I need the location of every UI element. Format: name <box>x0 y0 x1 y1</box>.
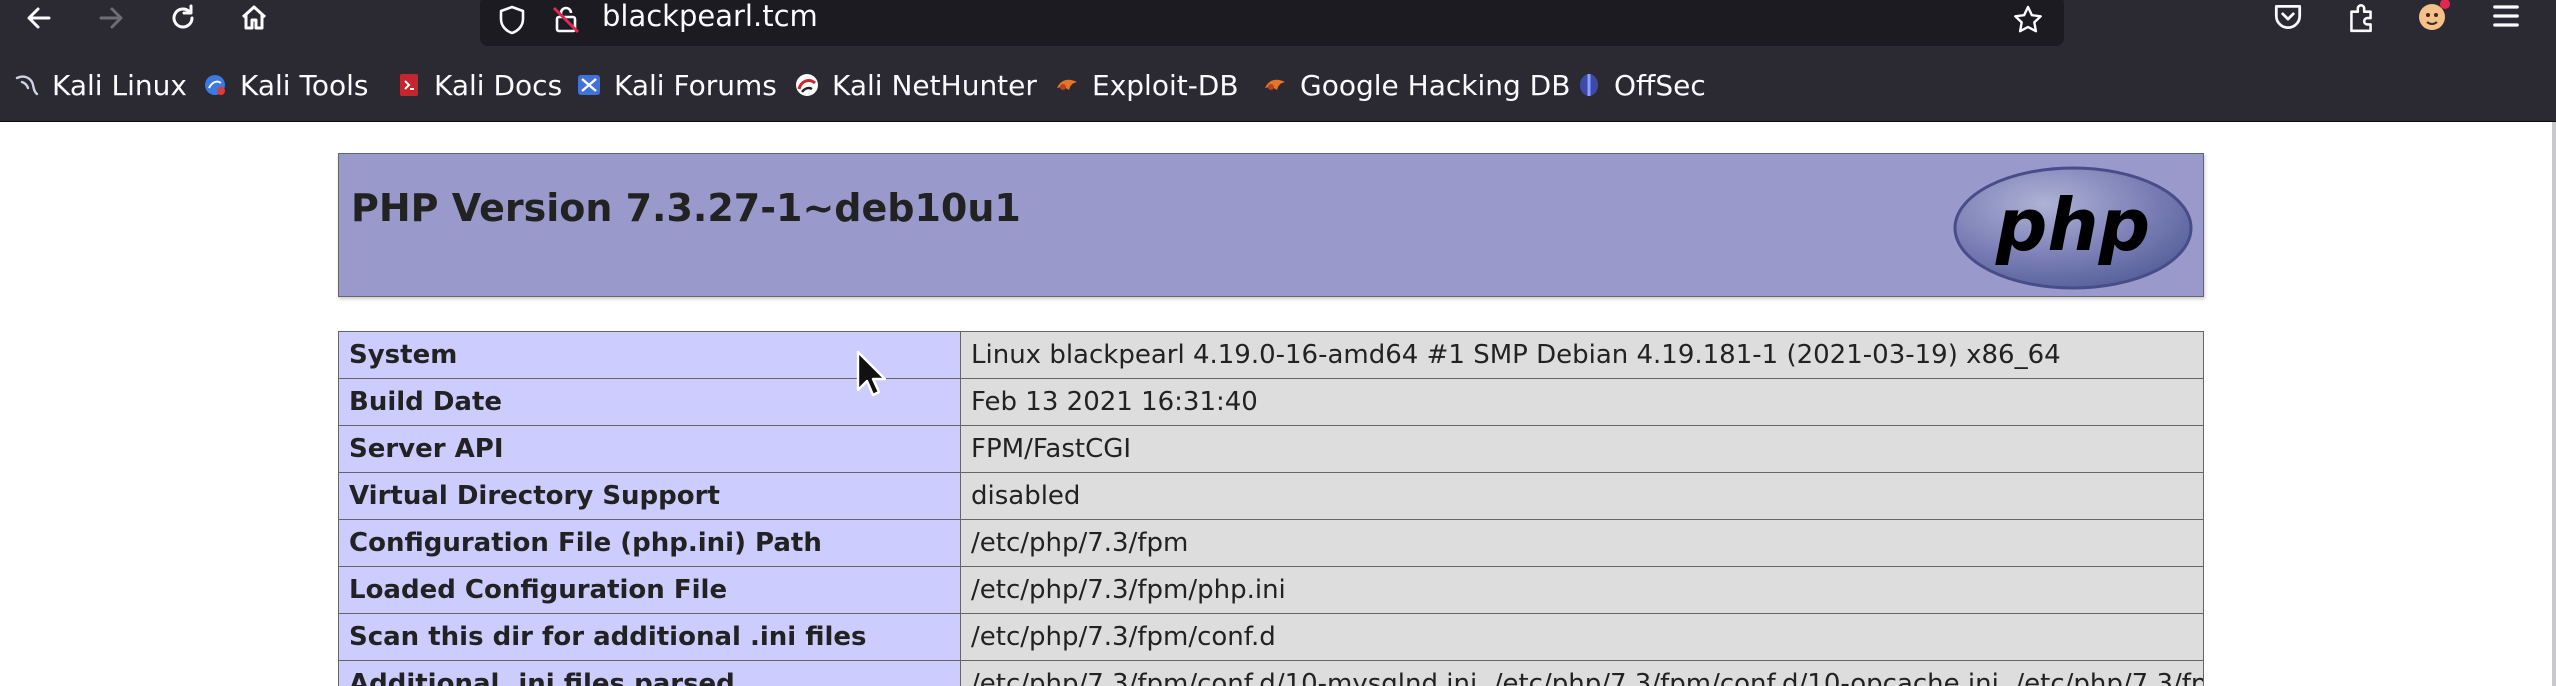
row-key: Virtual Directory Support <box>338 472 961 520</box>
url-text[interactable]: blackpearl.tcm <box>602 0 818 33</box>
pocket-icon[interactable] <box>2271 0 2305 34</box>
back-button[interactable] <box>16 0 62 36</box>
bookmark-label: Kali Linux <box>52 68 187 102</box>
row-key: Configuration File (php.ini) Path <box>338 519 961 567</box>
hamburger-menu-icon[interactable] <box>2488 0 2524 34</box>
page-content: PHP Version 7.3.27-1~deb10u1 php System … <box>0 122 2556 686</box>
bookmark-kali-tools[interactable]: Kali Tools <box>202 65 368 105</box>
insecure-connection-icon[interactable] <box>550 4 582 36</box>
php-logo[interactable]: php <box>1951 164 2195 292</box>
bookmark-label: Exploit-DB <box>1092 68 1239 102</box>
exploit-db-icon <box>1057 79 1077 90</box>
php-logo-text: php <box>1995 183 2150 267</box>
row-value: Linux blackpearl 4.19.0-16-amd64 #1 SMP … <box>960 331 2204 379</box>
bookmark-offsec[interactable]: OffSec <box>1576 65 1706 105</box>
mouse-cursor-icon <box>856 350 886 397</box>
reload-button[interactable] <box>160 0 206 36</box>
back-arrow-icon <box>27 7 51 29</box>
bookmark-kali-nethunter[interactable]: Kali NetHunter <box>794 65 1037 105</box>
table-row: Server API FPM/FastCGI <box>338 425 2204 473</box>
browser-toolbar: blackpearl.tcm <box>0 0 2556 49</box>
bookmark-label: Kali Tools <box>240 68 369 102</box>
row-key: Scan this dir for additional .ini files <box>338 613 961 661</box>
row-value: /etc/php/7.3/fpm/php.ini <box>960 566 2204 614</box>
table-row: Scan this dir for additional .ini files … <box>338 613 2204 661</box>
bookmarks-toolbar: Kali Linux Kali Tools Kali Docs Kali For… <box>0 49 2556 122</box>
phpinfo-header: PHP Version 7.3.27-1~deb10u1 php <box>338 153 2204 297</box>
bookmark-kali-docs[interactable]: Kali Docs <box>396 65 562 105</box>
table-row: Additional .ini files parsed /etc/php/7.… <box>338 660 2204 686</box>
kali-nethunter-icon <box>796 74 818 96</box>
row-key: Loaded Configuration File <box>338 566 961 614</box>
phpinfo-table: System Linux blackpearl 4.19.0-16-amd64 … <box>338 331 2204 686</box>
table-row: Virtual Directory Support disabled <box>338 472 2204 520</box>
forward-arrow-icon <box>99 7 123 29</box>
page-scrollbar[interactable] <box>2552 122 2556 686</box>
kali-tools-icon <box>205 75 225 95</box>
table-row: Loaded Configuration File /etc/php/7.3/f… <box>338 566 2204 614</box>
row-key: Server API <box>338 425 961 473</box>
row-value: /etc/php/7.3/fpm <box>960 519 2204 567</box>
extensions-puzzle-icon[interactable] <box>2344 0 2378 34</box>
bookmark-star-icon[interactable] <box>2012 4 2044 36</box>
home-button[interactable] <box>231 0 277 36</box>
row-value: /etc/php/7.3/fpm/conf.d <box>960 613 2204 661</box>
bookmark-google-hacking-db[interactable]: Google Hacking DB <box>1262 65 1570 105</box>
account-avatar-icon <box>2419 0 2450 30</box>
row-value: FPM/FastCGI <box>960 425 2204 473</box>
kali-forums-icon <box>578 75 600 95</box>
kali-dragon-icon <box>15 75 39 96</box>
bookmark-kali-forums[interactable]: Kali Forums <box>576 65 777 105</box>
kali-docs-icon <box>400 74 418 96</box>
tracking-protection-shield-icon[interactable] <box>496 4 528 36</box>
forward-button[interactable] <box>88 0 134 36</box>
row-value: disabled <box>960 472 2204 520</box>
google-hacking-db-icon <box>1265 79 1285 90</box>
home-icon <box>241 5 267 30</box>
bookmark-label: Google Hacking DB <box>1300 68 1571 102</box>
table-row: Build Date Feb 13 2021 16:31:40 <box>338 378 2204 426</box>
page-title: PHP Version 7.3.27-1~deb10u1 <box>351 186 1021 230</box>
table-row: Configuration File (php.ini) Path /etc/p… <box>338 519 2204 567</box>
reload-icon <box>172 4 194 29</box>
address-bar[interactable]: blackpearl.tcm <box>480 0 2064 46</box>
bookmark-label: Kali Docs <box>434 68 563 102</box>
offsec-icon <box>1580 74 1598 96</box>
table-row: System Linux blackpearl 4.19.0-16-amd64 … <box>338 331 2204 379</box>
bookmark-label: Kali Forums <box>614 68 777 102</box>
bookmark-kali-linux[interactable]: Kali Linux <box>14 65 187 105</box>
bookmark-exploit-db[interactable]: Exploit-DB <box>1054 65 1239 105</box>
row-value: Feb 13 2021 16:31:40 <box>960 378 2204 426</box>
bookmark-label: Kali NetHunter <box>832 68 1037 102</box>
bookmark-label: OffSec <box>1614 68 1706 102</box>
row-key: Additional .ini files parsed <box>338 660 961 686</box>
profile-avatar[interactable] <box>2414 0 2460 36</box>
row-value: /etc/php/7.3/fpm/conf.d/10-mysqlnd.ini, … <box>960 660 2204 686</box>
